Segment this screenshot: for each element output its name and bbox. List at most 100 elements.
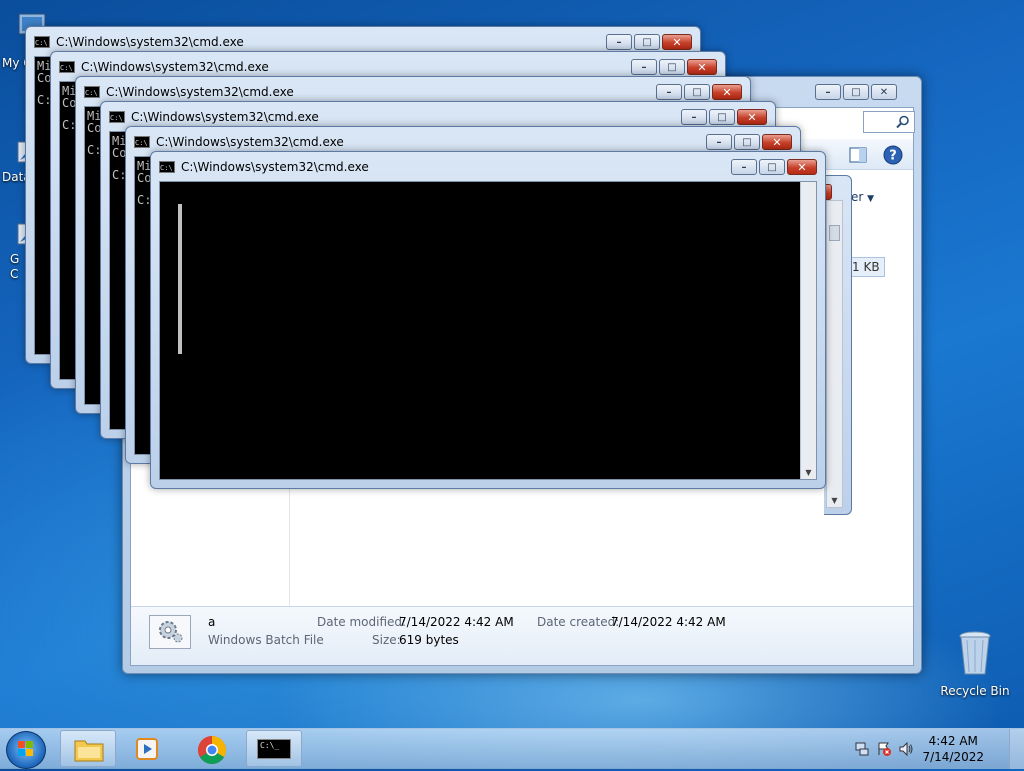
maximize-button[interactable]: □ — [843, 84, 869, 100]
minimize-icon: – — [691, 111, 697, 123]
minimize-button[interactable]: – — [731, 159, 757, 175]
maximize-icon: □ — [667, 61, 677, 73]
gear-icon — [159, 621, 183, 643]
close-button[interactable]: ✕ — [762, 134, 792, 150]
volume-icon[interactable] — [898, 741, 914, 757]
scrollbar-thumb[interactable] — [829, 225, 840, 241]
minimize-button[interactable]: – — [606, 34, 632, 50]
date-created-value: 7/14/2022 4:42 AM — [611, 615, 726, 629]
cmd-window-title: C:\Windows\system32\cmd.exe — [156, 135, 344, 149]
taskbar-media-player-button[interactable] — [120, 730, 176, 767]
scroll-down-icon[interactable]: ▼ — [801, 468, 816, 477]
close-button[interactable]: ✕ — [687, 59, 717, 75]
file-size-cell: 1 KB — [847, 257, 885, 277]
close-icon: ✕ — [722, 85, 732, 99]
maximize-button[interactable]: □ — [634, 34, 660, 50]
scroll-down-icon[interactable]: ▼ — [827, 496, 842, 505]
clock-date: 7/14/2022 — [922, 750, 984, 764]
console-selection-bar — [178, 204, 182, 354]
taskbar-explorer-button[interactable] — [60, 730, 116, 767]
maximize-button[interactable]: □ — [709, 109, 735, 125]
minimize-button[interactable]: – — [681, 109, 707, 125]
close-button[interactable]: ✕ — [712, 84, 742, 100]
size-value: 619 bytes — [399, 633, 459, 647]
date-modified-value: 7/14/2022 4:42 AM — [399, 615, 514, 629]
batch-file-thumbnail — [149, 615, 191, 649]
maximize-icon: □ — [717, 111, 727, 123]
minimize-button[interactable]: – — [656, 84, 682, 100]
preview-pane-icon[interactable] — [849, 147, 867, 163]
minimize-icon: – — [616, 36, 622, 48]
cmd-caption-buttons: – □ ✕ — [706, 134, 792, 150]
chevron-down-icon[interactable]: ▼ — [867, 194, 874, 204]
cmd-icon: C:\_ — [257, 739, 291, 759]
cmd-window-title: C:\Windows\system32\cmd.exe — [131, 110, 319, 124]
taskbar-chrome-button[interactable] — [184, 730, 240, 767]
maximize-button[interactable]: □ — [684, 84, 710, 100]
cmd-window-title-bar[interactable]: C:\ C:\Windows\system32\cmd.exe — [109, 110, 319, 124]
maximize-button[interactable]: □ — [759, 159, 785, 175]
cmd-window-title-bar[interactable]: C:\ C:\Windows\system32\cmd.exe — [159, 160, 369, 174]
explorer-caption-buttons: – □ ✕ — [815, 84, 897, 100]
cmd-window-title-bar[interactable]: C:\ C:\Windows\system32\cmd.exe — [84, 85, 294, 99]
close-icon: ✕ — [747, 110, 757, 124]
maximize-button[interactable]: □ — [734, 134, 760, 150]
cmd-window[interactable]: C:\ C:\Windows\system32\cmd.exe – □ ✕ ▼ — [150, 151, 826, 489]
cmd-icon: C:\ — [59, 61, 75, 73]
minimize-button[interactable]: – — [706, 134, 732, 150]
cmd-caption-buttons: – □ ✕ — [606, 34, 692, 50]
minimize-icon: – — [666, 86, 672, 98]
start-button[interactable] — [6, 731, 46, 769]
toolbar-fragment-label: er ▼ — [851, 190, 875, 204]
close-icon: ✕ — [772, 135, 782, 149]
console-output[interactable] — [159, 181, 817, 480]
minimize-icon: – — [825, 86, 831, 98]
cmd-window-title: C:\Windows\system32\cmd.exe — [106, 85, 294, 99]
close-icon: ✕ — [672, 35, 682, 49]
folder-icon — [74, 740, 104, 762]
clock[interactable]: 4:42 AM 7/14/2022 — [922, 733, 984, 765]
taskbar-cmd-button[interactable]: C:\_ — [246, 730, 302, 767]
taskbar: C:\_ 4:42 AM 7/14/2022 — [0, 728, 1024, 769]
cmd-window-title: C:\Windows\system32\cmd.exe — [81, 60, 269, 74]
minimize-button[interactable]: – — [815, 84, 841, 100]
desktop-icon-recycle-bin[interactable]: Recycle Bin — [940, 630, 1010, 698]
cmd-icon: C:\ — [84, 86, 100, 98]
cmd-window-frame: ▼ — [824, 175, 852, 515]
maximize-icon: □ — [642, 36, 652, 48]
maximize-icon: □ — [742, 136, 752, 148]
close-button[interactable]: ✕ — [662, 34, 692, 50]
close-button[interactable]: ✕ — [787, 159, 817, 175]
scrollbar[interactable]: ▼ — [800, 182, 816, 479]
size-label: Size: — [372, 633, 401, 647]
close-button[interactable]: ✕ — [871, 84, 897, 100]
maximize-icon: □ — [767, 161, 777, 173]
close-icon: ✕ — [879, 86, 889, 98]
maximize-button[interactable]: □ — [659, 59, 685, 75]
media-player-icon — [136, 738, 158, 760]
date-created-label: Date created: — [537, 615, 620, 629]
scrollbar[interactable]: ▼ — [826, 200, 843, 508]
maximize-icon: □ — [692, 86, 702, 98]
cmd-icon: C:\ — [159, 161, 175, 173]
action-center-icon[interactable] — [876, 741, 892, 757]
details-pane: a Windows Batch File Date modified: 7/14… — [131, 606, 913, 665]
recycle-bin-icon — [959, 631, 991, 675]
show-desktop-button[interactable] — [1009, 729, 1024, 769]
help-icon[interactable]: ? — [883, 145, 903, 165]
cmd-window-title-bar[interactable]: C:\ C:\Windows\system32\cmd.exe — [34, 35, 244, 49]
clock-time: 4:42 AM — [928, 734, 978, 748]
close-button[interactable]: ✕ — [737, 109, 767, 125]
network-icon[interactable] — [854, 741, 870, 757]
cmd-caption-buttons: – □ ✕ — [631, 59, 717, 75]
cmd-window-title-bar[interactable]: C:\ C:\Windows\system32\cmd.exe — [59, 60, 269, 74]
system-tray: 4:42 AM 7/14/2022 — [854, 729, 1024, 769]
file-name: a — [208, 615, 216, 629]
cmd-icon: C:\ — [109, 111, 125, 123]
cmd-caption-buttons: – □ ✕ — [656, 84, 742, 100]
file-type: Windows Batch File — [208, 633, 324, 647]
search-input[interactable] — [863, 111, 915, 133]
cmd-window-title-bar[interactable]: C:\ C:\Windows\system32\cmd.exe — [134, 135, 344, 149]
minimize-button[interactable]: – — [631, 59, 657, 75]
windows-logo-icon — [18, 741, 33, 756]
